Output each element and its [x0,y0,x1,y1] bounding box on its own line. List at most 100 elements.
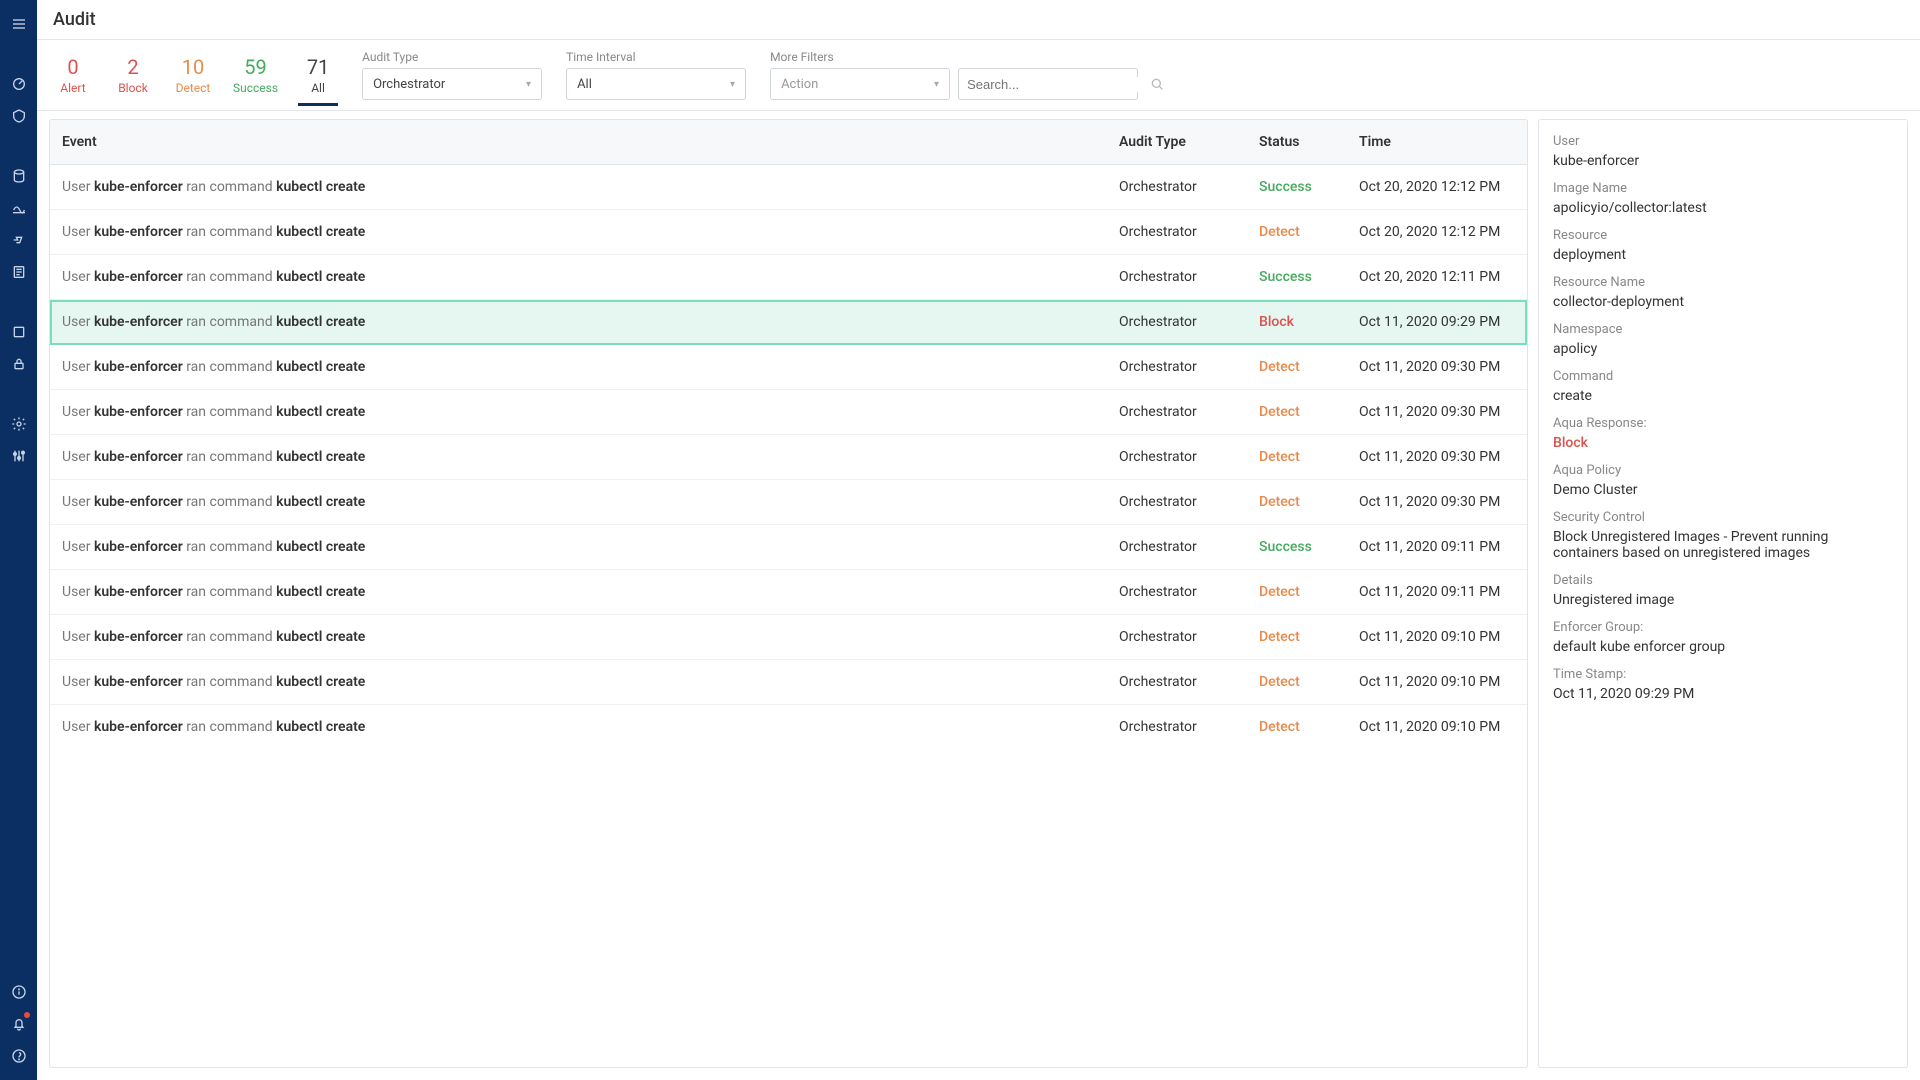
detail-row: Resource Name collector-deployment [1553,275,1893,310]
table-row[interactable]: User kube-enforcer ran command kubectl c… [50,435,1527,480]
workloads-icon[interactable] [0,192,37,224]
cell-event: User kube-enforcer ran command kubectl c… [50,705,1107,749]
about-icon[interactable] [0,1040,37,1072]
cell-status: Detect [1247,345,1347,389]
th-status[interactable]: Status [1247,120,1347,164]
cell-type: Orchestrator [1107,390,1247,434]
table-row[interactable]: User kube-enforcer ran command kubectl c… [50,570,1527,615]
detail-row: DetailsUnregistered image [1553,573,1893,608]
table-row[interactable]: User kube-enforcer ran command kubectl c… [50,165,1527,210]
table-row[interactable]: User kube-enforcer ran command kubectl c… [50,525,1527,570]
cell-status: Detect [1247,570,1347,614]
cell-status: Success [1247,525,1347,569]
th-event[interactable]: Event [50,120,1107,164]
table-row[interactable]: User kube-enforcer ran command kubectl c… [50,300,1527,345]
status-count: 10 [173,55,213,79]
dashboard-icon[interactable] [0,68,37,100]
status-tab-block[interactable]: 2 Block [113,55,153,106]
cell-event: User kube-enforcer ran command kubectl c… [50,435,1107,479]
select-time-interval[interactable]: All ▾ [566,68,746,100]
cell-time: Oct 20, 2020 12:12 PM [1347,165,1527,209]
cell-status: Success [1247,255,1347,299]
status-count: 2 [113,55,153,79]
cell-status: Detect [1247,615,1347,659]
th-type[interactable]: Audit Type [1107,120,1247,164]
th-time[interactable]: Time [1347,120,1527,164]
select-audit-type[interactable]: Orchestrator ▾ [362,68,542,100]
detail-row: Enforcer Group:default kube enforcer gro… [1553,620,1893,655]
cell-time: Oct 11, 2020 09:30 PM [1347,435,1527,479]
detail-row: Resourcedeployment [1553,228,1893,263]
cell-event: User kube-enforcer ran command kubectl c… [50,615,1107,659]
detail-row: Userkube-enforcer [1553,134,1893,169]
detail-value: kube-enforcer [1553,153,1893,169]
detail-value: create [1553,388,1893,404]
details-panel: Userkube-enforcer Image Nameapolicyio/col… [1538,119,1908,1068]
cell-status: Detect [1247,435,1347,479]
detail-label: Details [1553,573,1893,588]
risk-icon[interactable] [0,100,37,132]
detail-row: Security ControlBlock Unregistered Image… [1553,510,1893,561]
table-row[interactable]: User kube-enforcer ran command kubectl c… [50,255,1527,300]
table-row[interactable]: User kube-enforcer ran command kubectl c… [50,480,1527,525]
status-label: All [298,81,338,95]
settings-icon[interactable] [0,408,37,440]
detail-row: Image Nameapolicyio/collector:latest [1553,181,1893,216]
detail-label: Resource [1553,228,1893,243]
table-row[interactable]: User kube-enforcer ran command kubectl c… [50,210,1527,255]
detail-row: Namespaceapolicy [1553,322,1893,357]
cell-type: Orchestrator [1107,435,1247,479]
cell-type: Orchestrator [1107,345,1247,389]
cell-type: Orchestrator [1107,525,1247,569]
detail-value: apolicyio/collector:latest [1553,200,1893,216]
cell-event: User kube-enforcer ran command kubectl c… [50,255,1107,299]
status-tab-detect[interactable]: 10Detect [173,55,213,106]
enforcers-icon[interactable] [0,316,37,348]
table-row[interactable]: User kube-enforcer ran command kubectl c… [50,615,1527,660]
cell-event: User kube-enforcer ran command kubectl c… [50,300,1107,344]
status-tab-all[interactable]: 71 All [298,55,338,106]
cell-time: Oct 11, 2020 09:10 PM [1347,615,1527,659]
info-icon[interactable] [0,976,37,1008]
detail-value: collector-deployment [1553,294,1893,310]
detail-label: Resource Name [1553,275,1893,290]
detail-label: Security Control [1553,510,1893,525]
integrations-icon[interactable] [0,440,37,472]
select-more-filters[interactable]: Action ▾ [770,68,950,100]
table-row[interactable]: User kube-enforcer ran command kubectl c… [50,660,1527,705]
cell-event: User kube-enforcer ran command kubectl c… [50,210,1107,254]
images-icon[interactable] [0,160,37,192]
status-count: 71 [298,55,338,79]
cell-type: Orchestrator [1107,480,1247,524]
chevron-down-icon: ▾ [526,79,531,90]
status-label: Block [113,81,153,95]
search-box[interactable] [958,68,1138,100]
detail-label: Aqua Policy [1553,463,1893,478]
alerts-icon[interactable] [0,1008,37,1040]
status-tab-success[interactable]: 59Success [233,55,278,106]
cell-time: Oct 11, 2020 09:11 PM [1347,525,1527,569]
cell-type: Orchestrator [1107,300,1247,344]
cell-time: Oct 11, 2020 09:29 PM [1347,300,1527,344]
cell-time: Oct 11, 2020 09:10 PM [1347,660,1527,704]
audit-icon[interactable] [0,256,37,288]
page-title: Audit [53,9,96,30]
cell-time: Oct 20, 2020 12:11 PM [1347,255,1527,299]
detail-row: Aqua PolicyDemo Cluster [1553,463,1893,498]
audit-table: Event Audit Type Status Time User kube-e… [49,119,1528,1068]
filter-label: More Filters [770,50,1138,64]
status-count: 59 [233,55,278,79]
topbar: Audit [37,0,1920,40]
table-row[interactable]: User kube-enforcer ran command kubectl c… [50,390,1527,435]
menu-icon[interactable] [0,8,37,40]
cell-status: Detect [1247,390,1347,434]
cell-status: Success [1247,165,1347,209]
search-input[interactable] [967,77,1143,92]
table-row[interactable]: User kube-enforcer ran command kubectl c… [50,345,1527,390]
detail-label: Time Stamp: [1553,667,1893,682]
secrets-icon[interactable] [0,348,37,380]
table-row[interactable]: User kube-enforcer ran command kubectl c… [50,705,1527,749]
functions-icon[interactable] [0,224,37,256]
cell-event: User kube-enforcer ran command kubectl c… [50,570,1107,614]
status-tab-alert[interactable]: 0Alert [53,55,93,106]
